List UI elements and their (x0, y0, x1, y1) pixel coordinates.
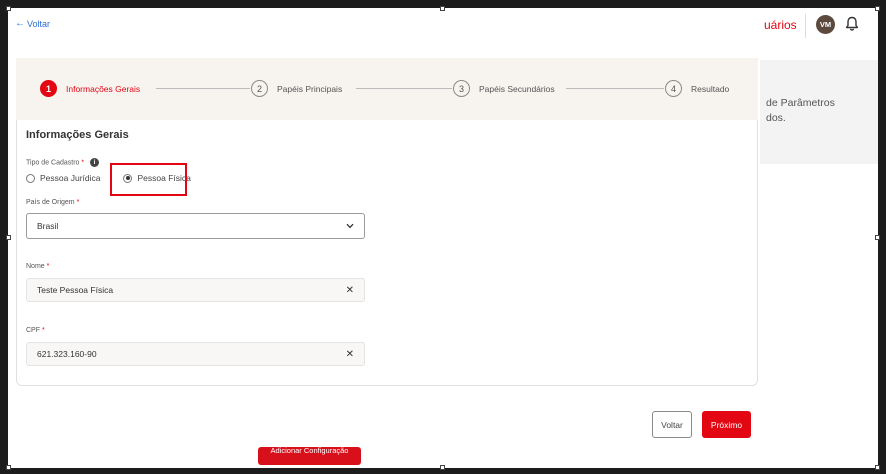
background-panel-line: de Parâmetros (766, 97, 835, 109)
resize-handle-bottom-left[interactable] (6, 465, 11, 470)
resize-handle-top-right[interactable] (875, 6, 880, 11)
close-icon[interactable]: ✕ (346, 285, 354, 296)
header-divider (805, 14, 806, 38)
close-icon[interactable]: ✕ (346, 349, 354, 360)
pais-origem-select[interactable]: Brasil (26, 213, 365, 239)
background-panel-text: de Parâmetros dos. (766, 96, 835, 126)
step-label: Papéis Principais (277, 83, 343, 94)
nome-input[interactable]: Teste Pessoa Física ✕ (26, 278, 365, 302)
cpf-label: CPF * (26, 327, 45, 334)
step-connector (356, 88, 452, 89)
nome-label: Nome * (26, 263, 49, 270)
cpf-input[interactable]: 621.323.160-90 ✕ (26, 342, 365, 366)
resize-handle-top-center[interactable] (440, 6, 445, 11)
step-label: Papéis Secundários (479, 83, 555, 94)
section-title: Informações Gerais (26, 129, 129, 141)
step-number: 4 (665, 80, 682, 97)
required-mark: * (41, 327, 45, 334)
users-link[interactable]: uários (764, 18, 797, 32)
app-frame: de Parâmetros dos. uários VM ← Voltar 1 … (8, 8, 878, 468)
field-label-text: CPF (26, 327, 40, 334)
required-mark: * (81, 159, 85, 167)
step-connector (566, 88, 664, 89)
required-mark: * (46, 263, 50, 270)
bell-icon[interactable] (845, 16, 859, 32)
step-number: 2 (251, 80, 268, 97)
info-icon[interactable]: i (90, 158, 100, 167)
required-mark: * (76, 199, 80, 206)
select-value: Brasil (37, 221, 59, 231)
resize-handle-top-left[interactable] (6, 6, 11, 11)
input-value: 621.323.160-90 (37, 349, 97, 359)
radio-pessoa-juridica[interactable]: Pessoa Jurídica (26, 173, 100, 183)
arrow-left-icon: ← (15, 18, 25, 29)
step-number: 1 (40, 80, 57, 97)
field-label-text: Tipo de Cadastro (26, 159, 80, 167)
step-papeis-principais[interactable]: 2 Papéis Principais (251, 80, 342, 97)
adicionar-configuracao-button[interactable]: Adicionar Configuração (258, 447, 361, 465)
voltar-button[interactable]: Voltar (652, 411, 692, 438)
back-link[interactable]: ← Voltar (15, 18, 50, 29)
input-value: Teste Pessoa Física (37, 285, 114, 295)
chevron-down-icon (346, 223, 354, 229)
field-label-text: Nome (26, 263, 45, 270)
resize-handle-bottom-center[interactable] (440, 465, 445, 470)
stepper: 1 Informações Gerais 2 Papéis Principais… (16, 58, 758, 120)
step-connector (156, 88, 250, 89)
tipo-cadastro-label: Tipo de Cadastro * i (26, 158, 100, 167)
proximo-button[interactable]: Próximo (702, 411, 751, 438)
field-label-text: País de Origem (26, 199, 75, 206)
avatar[interactable]: VM (816, 15, 835, 34)
radio-unchecked-icon[interactable] (26, 173, 35, 183)
step-papeis-secundarios[interactable]: 3 Papéis Secundários (453, 80, 555, 97)
resize-handle-middle-left[interactable] (6, 235, 11, 240)
radio-label: Pessoa Jurídica (40, 173, 101, 183)
background-panel-line: dos. (766, 112, 786, 124)
step-label: Informações Gerais (66, 83, 141, 94)
resize-handle-middle-right[interactable] (875, 235, 880, 240)
step-resultado[interactable]: 4 Resultado (665, 80, 729, 97)
step-label: Resultado (691, 83, 730, 94)
step-informacoes-gerais[interactable]: 1 Informações Gerais (40, 80, 140, 97)
back-link-label: Voltar (27, 18, 51, 29)
highlight-annotation (110, 163, 187, 196)
pais-origem-label: País de Origem * (26, 199, 79, 206)
resize-handle-bottom-right[interactable] (875, 465, 880, 470)
step-number: 3 (453, 80, 470, 97)
